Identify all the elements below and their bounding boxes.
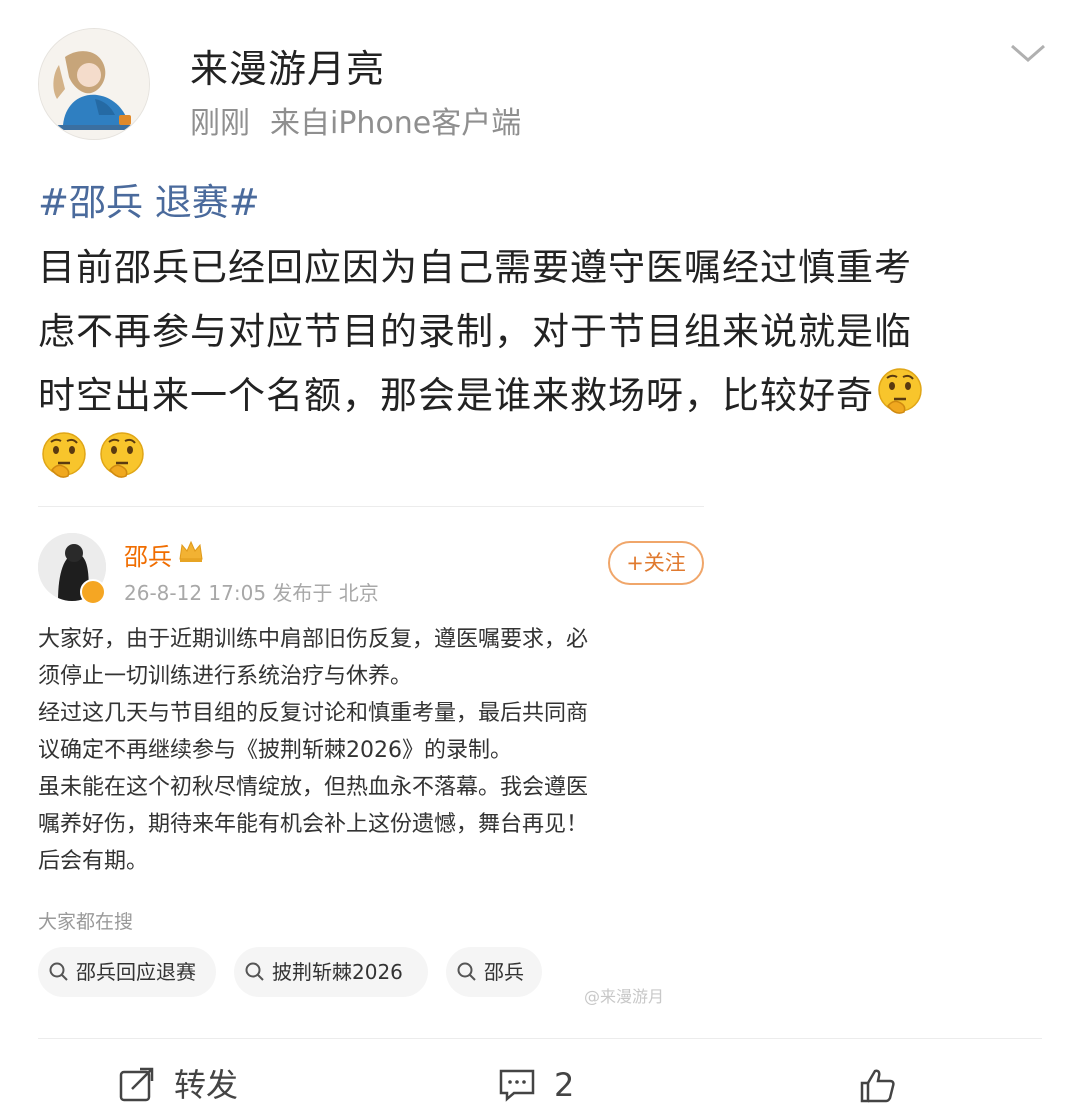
follow-button[interactable]: +关注 [608, 541, 704, 585]
embedded-text-line: 嘱养好伤，期待来年能有机会补上这份遗憾，舞台再见！ [38, 812, 589, 837]
embedded-post-screenshot[interactable]: 邵兵 26-8-12 17:05 发布于 北京 +关注 大家好，由于近期训练中肩… [38, 506, 704, 1018]
watermark: @来漫游月 [584, 987, 665, 1006]
search-icon [49, 962, 68, 981]
embedded-meta: 26-8-12 17:05 发布于 北京 [124, 577, 379, 606]
embedded-text-line: 虽未能在这个初秋尽情绽放，但热血永不落幕。我会遵医 [38, 775, 589, 800]
username[interactable]: 来漫游月亮 [190, 38, 385, 93]
embedded-location: 发布于 北京 [272, 581, 379, 605]
embedded-text-line: 经过这几天与节目组的反复讨论和慎重考量，最后共同商 [38, 701, 589, 726]
thinking-face-emoji-icon [100, 432, 144, 478]
post-header: 来漫游月亮 刚刚 来自iPhone客户端 [0, 0, 1080, 160]
comment-icon [499, 1069, 535, 1102]
embedded-text-line: 大家好，由于近期训练中肩部旧伤反复，遵医嘱要求，必 [38, 627, 589, 652]
comment-button[interactable]: 2 [498, 1061, 628, 1109]
embedded-text: 大家好，由于近期训练中肩部旧伤反复，遵医嘱要求，必 须停止一切训练进行系统治疗与… [38, 621, 704, 880]
post-text-line-3: 时空出来一个名额，那会是谁来救场呀，比较好奇 [38, 364, 1048, 428]
like-button[interactable] [858, 1061, 938, 1109]
trending-search-label: 大家都在搜 [38, 911, 134, 933]
post-text: 目前邵兵已经回应因为自己需要遵守医嘱经过慎重考 虑不再参与对应节目的录制，对于节… [38, 236, 1048, 492]
verified-badge-icon [80, 579, 106, 605]
chevron-down-icon[interactable] [1008, 38, 1048, 68]
embedded-username: 邵兵 [124, 543, 172, 571]
embedded-text-line: 后会有期。 [38, 849, 149, 874]
search-icon [457, 962, 476, 981]
post-time: 刚刚 [190, 106, 250, 141]
repost-label: 转发 [174, 1066, 239, 1104]
post-text-line-2: 虑不再参与对应节目的录制，对于节目组来说就是临 [38, 310, 912, 353]
user-avatar[interactable] [38, 28, 150, 140]
post-text-line-1: 目前邵兵已经回应因为自己需要遵守医嘱经过慎重考 [38, 246, 912, 289]
action-bar: 转发 2 [38, 1038, 1042, 1119]
embedded-time: 26-8-12 17:05 [124, 581, 267, 605]
post-meta: 刚刚 来自iPhone客户端 [190, 98, 521, 142]
post-source: 来自iPhone客户端 [270, 106, 522, 141]
comment-count: 2 [554, 1066, 575, 1104]
thumbs-up-icon [860, 1069, 895, 1103]
search-chip[interactable]: 邵兵回应退赛 [38, 947, 216, 997]
search-chip[interactable]: 披荆斩棘2026 [234, 947, 428, 997]
thinking-face-emoji-icon [878, 368, 922, 414]
repost-icon [119, 1067, 154, 1102]
repost-button[interactable]: 转发 [118, 1061, 278, 1109]
search-icon [245, 962, 264, 981]
hashtag-link[interactable]: #邵兵 退赛# [38, 176, 1048, 230]
thinking-face-emoji-icon [42, 432, 86, 478]
embedded-text-line: 须停止一切训练进行系统治疗与休养。 [38, 664, 413, 689]
post-text-line-4 [38, 428, 1048, 492]
search-chip[interactable]: 邵兵 [446, 947, 542, 997]
post-body: #邵兵 退赛# 目前邵兵已经回应因为自己需要遵守医嘱经过慎重考 虑不再参与对应节… [38, 176, 1048, 492]
crown-icon [178, 539, 204, 563]
embedded-text-line: 议确定不再继续参与《披荆斩棘2026》的录制。 [38, 738, 512, 763]
